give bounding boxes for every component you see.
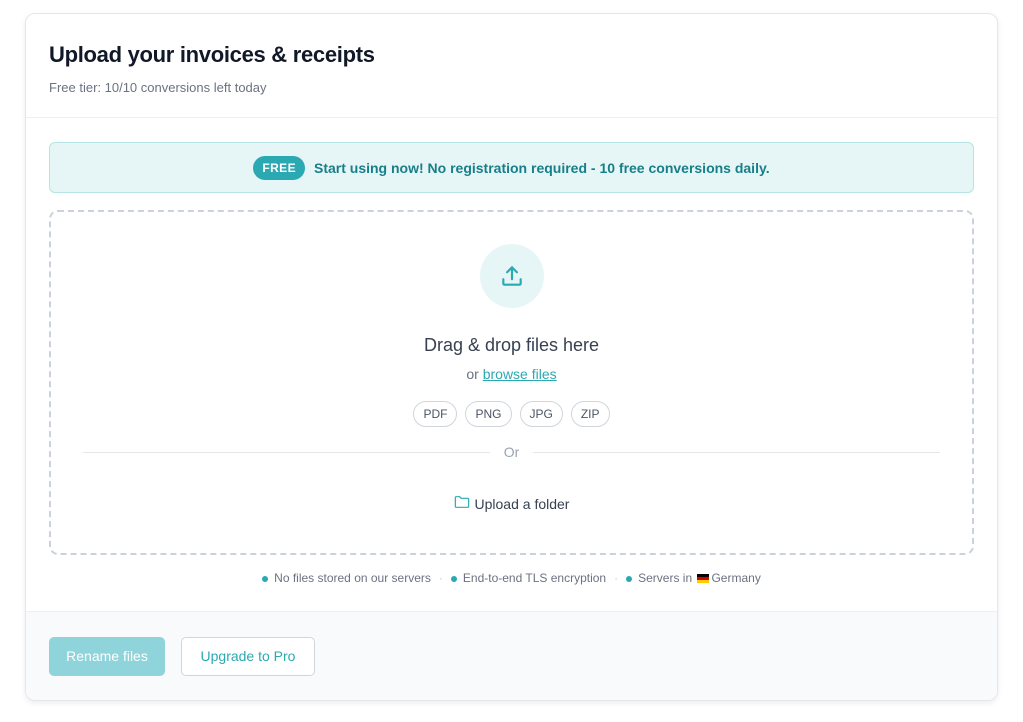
trust-item-no-storage: No files stored on our servers	[262, 571, 431, 585]
trust-indicators: No files stored on our servers · End-to-…	[49, 571, 974, 585]
or-prefix: or	[466, 366, 479, 382]
page-title: Upload your invoices & receipts	[49, 42, 375, 67]
format-chip-pdf: PDF	[413, 401, 458, 427]
upload-folder-button[interactable]: Upload a folder	[51, 495, 972, 512]
format-chip-zip: ZIP	[570, 401, 610, 427]
upload-card: Upload your invoices & receipts Free tie…	[25, 13, 998, 701]
or-divider: Or	[83, 444, 940, 460]
quota-subtitle: Free tier: 10/10 conversions left today	[49, 80, 267, 95]
format-chip-jpg: JPG	[519, 401, 563, 427]
banner-text: Start using now! No registration require…	[313, 159, 770, 176]
divider-line-left	[83, 451, 490, 453]
trust-separator: ·	[438, 571, 443, 585]
trust-separator: ·	[614, 571, 619, 585]
format-chips: PDF PNG JPG ZIP	[51, 401, 972, 427]
bullet-dot-icon	[450, 575, 457, 582]
upgrade-to-pro-button[interactable]: Upgrade to Pro	[181, 636, 315, 676]
free-banner: FREE Start using now! No registration re…	[49, 142, 974, 193]
folder-icon	[454, 495, 470, 512]
divider-line-right	[533, 451, 940, 453]
free-badge: FREE	[253, 155, 305, 180]
dropzone-subtitle: or browse files	[51, 366, 972, 382]
bullet-dot-icon	[626, 575, 633, 582]
trust-item-tls: End-to-end TLS encryption	[450, 571, 606, 585]
card-header: Upload your invoices & receipts Free tie…	[26, 14, 997, 118]
upload-folder-label: Upload a folder	[474, 495, 570, 512]
divider-text: Or	[503, 444, 520, 460]
dropzone-title: Drag & drop files here	[423, 335, 600, 355]
bullet-dot-icon	[262, 575, 269, 582]
upload-icon	[480, 244, 544, 308]
trust-item-germany: Servers in Germany	[626, 571, 761, 585]
browse-files-link[interactable]: browse files	[483, 366, 557, 382]
file-dropzone[interactable]: Drag & drop files here or browse files P…	[49, 210, 974, 555]
card-body: FREE Start using now! No registration re…	[26, 118, 997, 612]
card-footer: Rename files Upgrade to Pro	[26, 611, 997, 700]
format-chip-png: PNG	[465, 401, 512, 427]
rename-files-button[interactable]: Rename files	[49, 636, 165, 676]
germany-flag-icon	[697, 574, 710, 584]
